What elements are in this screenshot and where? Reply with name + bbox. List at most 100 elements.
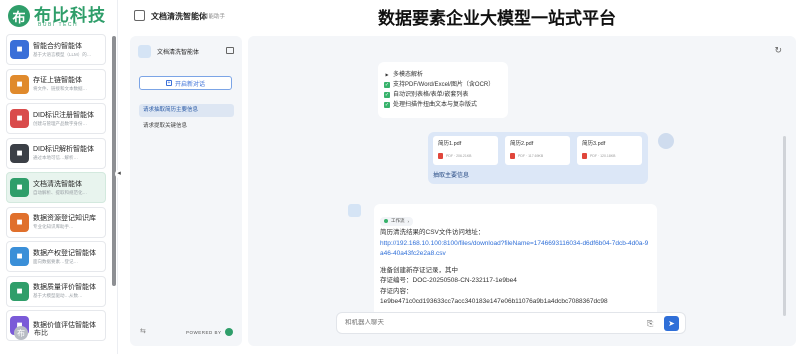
session-panel-title: 文档清洗智能体 [157,50,200,56]
agent-name: 数据质量评价智能体 [33,284,96,291]
agent-description: 基于大模型驱动…从数… [33,293,83,298]
file-name: 简历2.pdf [510,141,534,147]
user-avatar-icon [658,133,674,149]
agent-item[interactable]: ■ 文档清洗智能体 自动解析、提取和规范化… [6,172,106,203]
attachment-icon[interactable]: ⎘ [647,319,653,328]
message-text: 1e9be471c0cd193633cc7acc340183e147e06b11… [380,298,608,305]
download-link[interactable]: http://192.168.10.100:8100/files/downloa… [380,239,651,260]
agent-item[interactable]: ■ DID标识解析智能体 通过本地可信…解析… [6,137,106,169]
quality-icon: ■ [10,281,29,301]
logo-subtitle: BUBI TECH [38,22,79,28]
agent-description: 通过本地可信…解析… [33,155,78,160]
history-item[interactable]: 请求抽取简历主要信息 [139,104,234,117]
chat-input[interactable] [345,319,615,326]
agent-item[interactable]: ■ 数据质量评价智能体 基于大模型驱动…从数… [6,275,106,307]
new-chat-button[interactable]: + 开启新对话 [139,76,232,90]
agent-description: 基于大语言模型（LLM）的… [33,51,92,57]
agent-item[interactable]: ■ 存证上链智能体 将文件、链接和文本数据… [6,68,106,100]
sidebar: 布 布比科技 BUBI TECH ■ 智能合约智能体 基于大语言模型（LLM）的… ■… [0,0,118,354]
contract-icon: ■ [10,40,29,59]
checkmark-icon: ✓ [384,102,390,108]
chat-composer: ⎘ ➤ [336,312,686,334]
agent-description: 面向数据要素…登记… [33,258,78,264]
agent-name: 数据资源登记知识库 [33,215,96,222]
status-dot-icon [384,219,388,223]
workflow-badge[interactable]: 工作流 › [380,216,413,226]
file-name: 简历1.pdf [438,141,462,147]
agent-name: 智能合约智能体 [33,42,82,50]
agent-name: DID标识解析智能体 [33,146,95,153]
doc-clean-icon: ■ [10,178,29,197]
file-attachment[interactable]: 简历2.pdf PDF · 117.69KB [505,136,570,165]
agent-description: 创建与管理产品数字身份… [33,120,87,126]
file-name: 简历3.pdf [582,141,606,147]
checkmark-icon: ✓ [384,92,390,98]
file-attachment[interactable]: 简历1.pdf PDF · 206.21KB [433,136,498,165]
pdf-icon [438,153,443,159]
message-text: 存证编号：DOC-20250508-CN-232117-1e9be4 [380,277,517,284]
message-text: 准备创建新存证记录，其中 [380,266,458,274]
message-text: 简历清洗结果的CSV文件访问地址： [380,229,485,236]
sidebar-scrollbar[interactable] [112,36,116,286]
header-title: 文档清洗智能体 [151,12,207,21]
top-header: 文档清洗智能体 智能助手 数据要素企业大模型一站式平台 [118,0,800,32]
history-item[interactable]: 请求提取关键信息 [139,120,234,133]
panel-toggle-icon[interactable] [226,47,234,54]
agent-item[interactable]: ■ DID标识注册智能体 创建与管理产品数字身份… [6,103,106,134]
settings-icon[interactable]: ⇆ [140,328,149,335]
refresh-icon[interactable]: ↻ [774,45,782,56]
property-icon: ■ [10,247,29,266]
logo-mark-icon: 布 [8,5,30,27]
file-attachment[interactable]: 简历3.pdf PDF · 120.18KB [577,136,642,165]
powered-by-label: POWERED BY [186,329,222,335]
chat-scrollbar[interactable] [783,136,786,316]
agent-item[interactable]: ■ 数据产权登记智能体 面向数据要素…登记… [6,241,106,272]
checkmark-icon: ✓ [384,82,390,88]
user-profile[interactable]: 布 布比 [14,326,48,340]
pdf-icon [582,153,587,159]
plus-icon: + [165,80,172,86]
avatar: 布 [14,326,28,340]
list-item: ✓ 支持PDF/Word/Excel/图片（含OCR） [384,82,495,88]
message-text: 存证内容： [380,287,413,295]
bot-avatar-icon [348,204,361,217]
app-window: 布 布比科技 BUBI TECH ■ 智能合约智能体 基于大语言模型（LLM）的… ■… [0,0,800,354]
send-button[interactable]: ➤ [664,316,679,331]
agent-icon [134,10,145,21]
list-item: ✓ 自动识别表格/表单/嵌套列表 [384,92,469,98]
agent-item[interactable]: ■ 数据资源登记知识库 专业化知识库助手… [6,206,106,238]
powered-by: POWERED BY [186,328,233,336]
list-item: ✓ 处理扫描件扭曲文本与复杂版式 [384,102,478,108]
sidebar-collapse-handle[interactable]: ◂ [115,170,123,178]
agent-name: 存证上链智能体 [33,77,82,84]
file-meta: PDF · 117.69KB [518,154,544,158]
chevron-right-icon: › [407,218,410,224]
header-subtitle: 智能助手 [203,14,226,20]
bot-avatar-icon [138,45,151,58]
agent-item[interactable]: ■ 智能合约智能体 基于大语言模型（LLM）的… [6,34,106,65]
brand-logo-icon [224,328,233,336]
agent-list: ■ 智能合约智能体 基于大语言模型（LLM）的… ■ 存证上链智能体 将文件、链接和文本数… [6,34,106,345]
new-chat-label: 开启新对话 [174,81,205,88]
assistant-message: ▶ 多模态解析 ✓ 支持PDF/Word/Excel/图片（含OCR） ✓ 自动… [378,62,508,118]
user-name: 布比 [34,330,48,337]
file-meta: PDF · 206.21KB [446,154,472,158]
did-parse-icon: ■ [10,143,29,163]
agent-name: DID标识注册智能体 [33,111,95,119]
agent-name: 数据产权登记智能体 [33,249,96,257]
knowledge-icon: ■ [10,212,29,232]
did-icon: ■ [10,109,29,128]
agent-description: 将文件、链接和文本数据… [33,86,87,91]
chat-area: ↻ ▶ 多模态解析 ✓ 支持PDF/Word/Excel/图片（含OCR） ✓ … [248,36,796,346]
pdf-icon [510,153,515,159]
agent-description: 自动解析、提取和规范化… [33,189,87,195]
platform-title: 数据要素企业大模型一站式平台 [378,9,616,28]
file-meta: PDF · 120.18KB [590,154,616,158]
agent-name: 文档清洗智能体 [33,180,82,188]
section-header: ▶ 多模态解析 [385,72,424,78]
user-message: 简历1.pdf PDF · 206.21KB 简历2.pdf PDF · 117… [428,132,648,184]
session-panel: 文档清洗智能体 + 开启新对话 请求抽取简历主要信息 请求提取关键信息 ⇆ PO… [130,36,242,346]
chain-icon: ■ [10,74,29,94]
caret-right-icon: ▶ [385,72,389,77]
agent-description: 专业化知识库助手… [33,224,74,229]
